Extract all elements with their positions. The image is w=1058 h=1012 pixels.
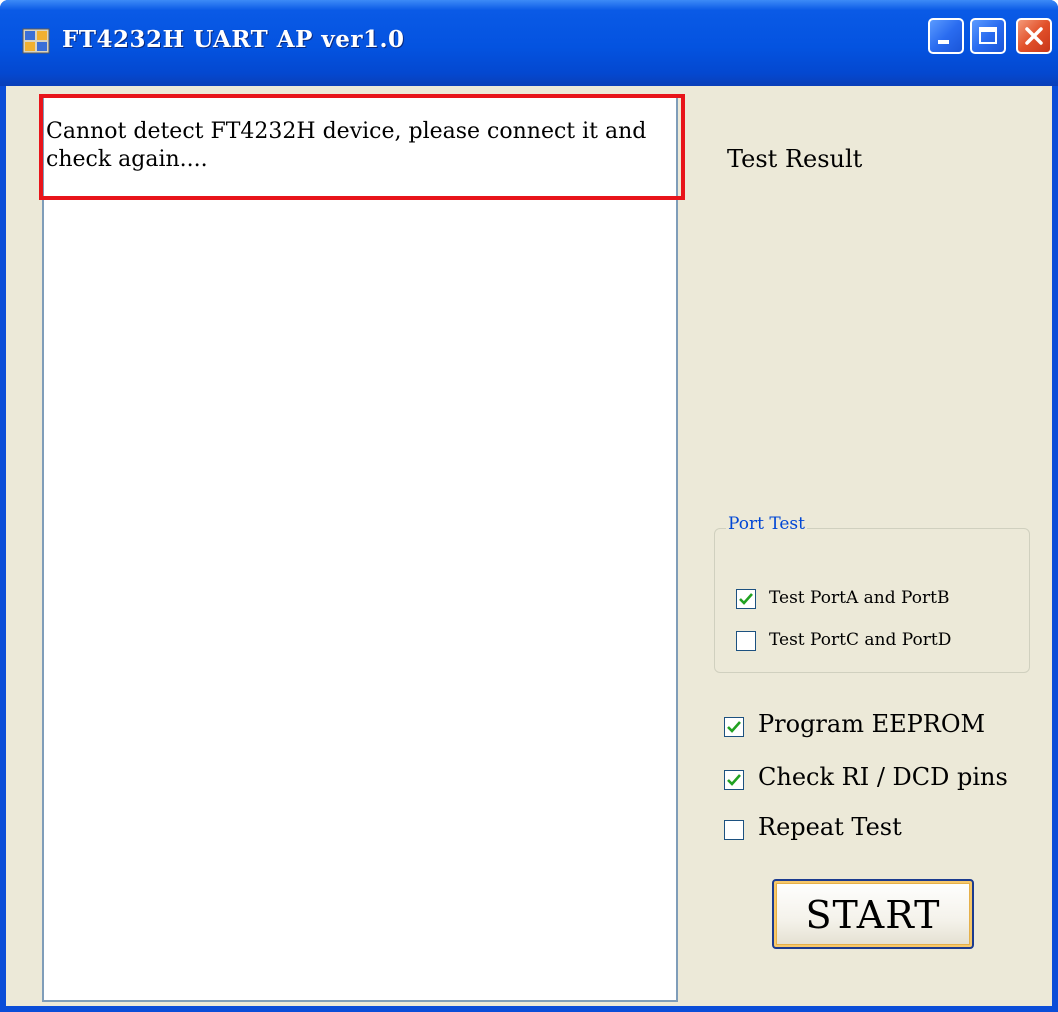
title-bar[interactable]: FT4232H UART AP ver1.0	[0, 0, 1058, 86]
label-program-eeprom: Program EEPROM	[758, 710, 986, 738]
checkbox-repeat-test[interactable]	[724, 820, 744, 840]
test-result-label: Test Result	[727, 145, 863, 173]
label-check-ri-dcd: Check RI / DCD pins	[758, 763, 1008, 791]
maximize-icon	[979, 27, 997, 44]
label-test-porta-portb: Test PortA and PortB	[769, 588, 950, 608]
checkbox-test-portc-portd[interactable]	[736, 631, 756, 651]
maximize-button[interactable]	[970, 18, 1006, 54]
minimize-icon	[938, 40, 949, 44]
checkbox-check-ri-dcd[interactable]	[724, 770, 744, 790]
checkbox-test-porta-portb[interactable]	[736, 589, 756, 609]
client-area: Cannot detect FT4232H device, please con…	[6, 86, 1052, 1006]
label-test-portc-portd: Test PortC and PortD	[769, 630, 952, 650]
check-icon	[727, 721, 741, 733]
checkbox-program-eeprom[interactable]	[724, 717, 744, 737]
highlight-box	[39, 94, 685, 200]
close-icon	[1025, 27, 1043, 45]
app-window: FT4232H UART AP ver1.0 Cannot detect FT4…	[0, 0, 1058, 1012]
check-icon	[739, 593, 753, 605]
log-textbox[interactable]	[42, 96, 678, 1002]
close-button[interactable]	[1016, 18, 1052, 54]
label-repeat-test: Repeat Test	[758, 813, 902, 841]
minimize-button[interactable]	[928, 18, 964, 54]
app-icon	[22, 28, 50, 54]
port-test-legend: Port Test	[726, 514, 807, 534]
start-button[interactable]: START	[772, 879, 974, 949]
start-button-label: START	[805, 893, 941, 937]
check-icon	[727, 774, 741, 786]
window-title: FT4232H UART AP ver1.0	[62, 26, 405, 53]
